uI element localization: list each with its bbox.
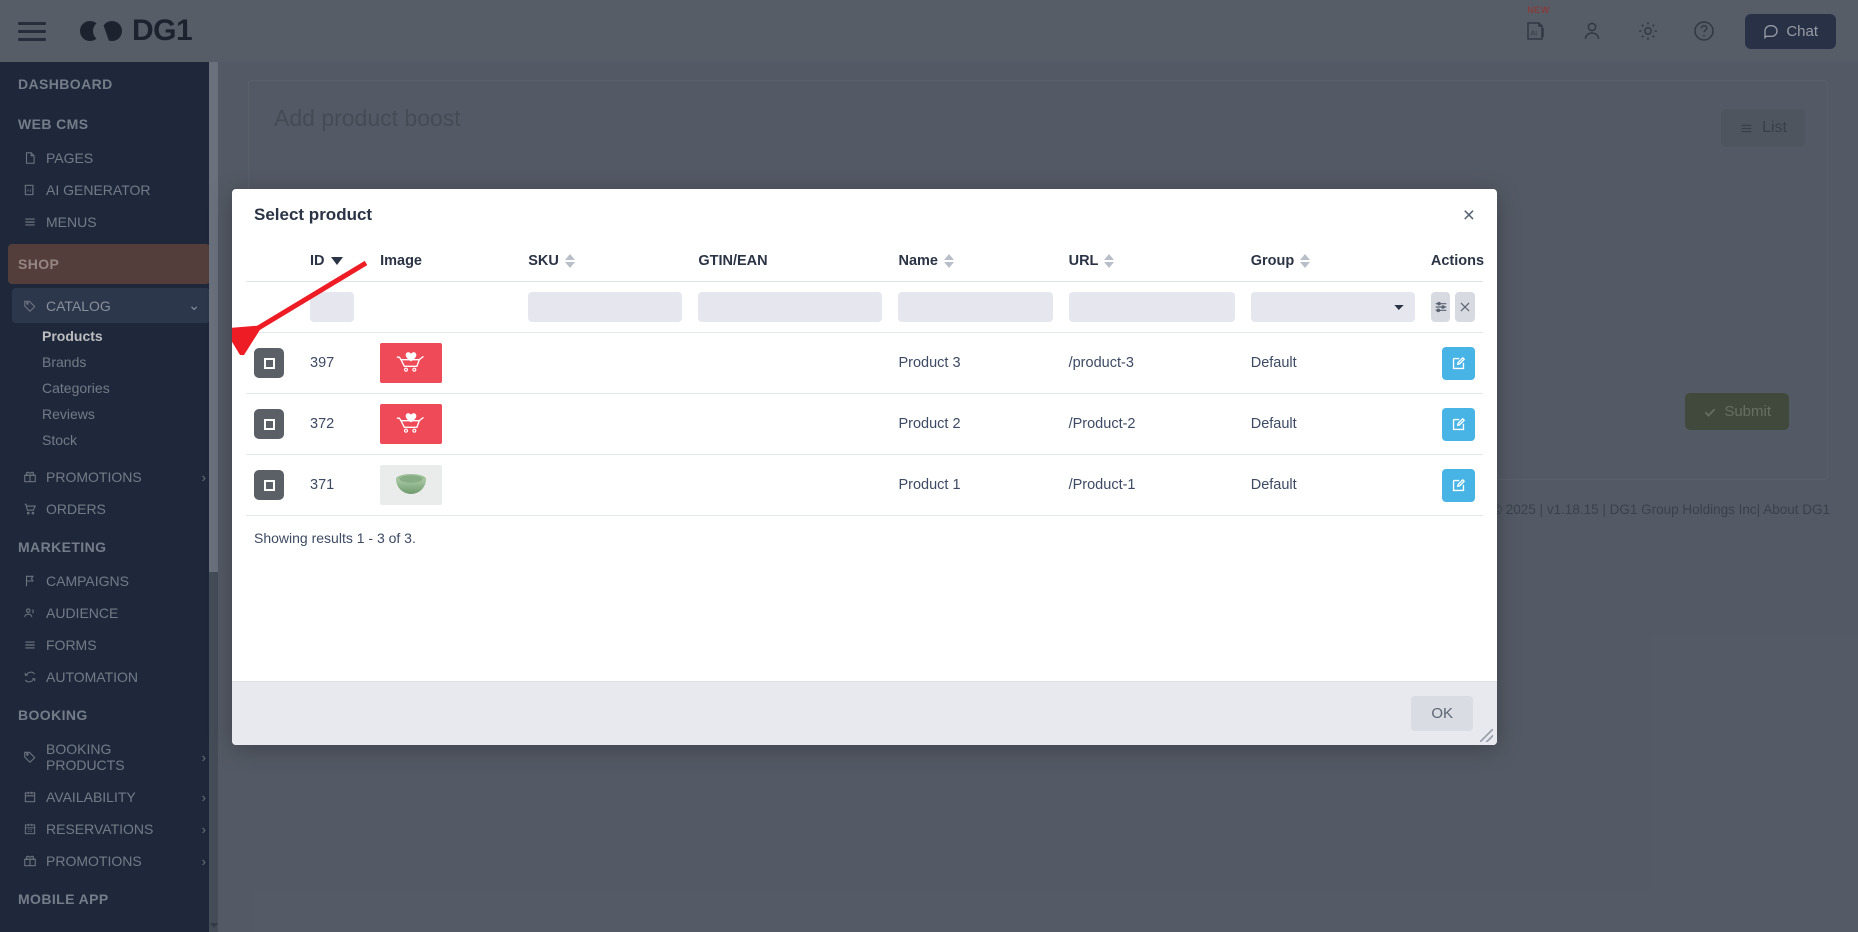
modal-footer: OK [232, 681, 1497, 745]
sort-both-icon [1104, 254, 1115, 268]
filter-cell-image [372, 281, 521, 333]
modal-title: Select product [254, 205, 373, 224]
cell-actions [1423, 455, 1483, 516]
filter-cell-actions [1422, 281, 1483, 333]
cell-group: Default [1250, 355, 1297, 371]
filter-cell-select [246, 281, 303, 333]
edit-pencil-icon [1452, 356, 1466, 369]
cell-sku [520, 455, 690, 516]
cell-actions [1423, 394, 1483, 455]
th-url[interactable]: URL [1060, 241, 1243, 282]
filter-cell-group [1242, 281, 1423, 333]
th-label: Name [898, 253, 938, 269]
ok-button[interactable]: OK [1411, 696, 1473, 731]
filter-gtin-input[interactable] [698, 292, 883, 322]
resize-handle[interactable] [1480, 729, 1493, 742]
cell-image [372, 394, 520, 455]
th-label: Image [380, 253, 422, 269]
cell-gtin [690, 394, 890, 455]
edit-button[interactable] [1442, 407, 1475, 441]
cart-heart-logo-icon [396, 413, 424, 433]
cell-group: Default [1250, 416, 1297, 432]
select-product-modal: Select product × ID Image SKU GTIN/EAN N… [232, 189, 1497, 745]
filter-url-input[interactable] [1068, 292, 1235, 322]
row-select-cell [246, 333, 302, 394]
th-gtin-ean: GTIN/EAN [690, 241, 891, 282]
product-thumbnail[interactable] [380, 404, 443, 444]
cell-actions [1423, 333, 1483, 394]
th-actions: Actions [1422, 241, 1485, 282]
modal-body: ID Image SKU GTIN/EAN Name URL Group Act… [232, 241, 1497, 681]
filter-cell-gtin [690, 281, 891, 333]
modal-header: Select product × [232, 189, 1497, 241]
cell-name: Product 1 [898, 477, 961, 493]
cell-sku [520, 394, 690, 455]
cell-gtin [690, 455, 890, 516]
th-id[interactable]: ID [302, 241, 373, 282]
cell-group: Default [1250, 477, 1297, 493]
cell-url: /Product-1 [1068, 477, 1136, 493]
cell-id: 397 [310, 355, 335, 371]
filter-cell-id [302, 281, 373, 333]
filter-cell-name [890, 281, 1061, 333]
green-bowl-icon [396, 474, 427, 494]
edit-pencil-icon [1452, 417, 1466, 430]
filter-cell-url [1060, 281, 1243, 333]
filter-clear-button[interactable] [1455, 292, 1475, 322]
cell-name: Product 2 [898, 416, 961, 432]
cell-id: 372 [310, 416, 335, 432]
edit-button[interactable] [1442, 468, 1475, 502]
clear-x-icon [1460, 302, 1470, 312]
filter-cell-sku [520, 281, 691, 333]
cell-gtin [690, 333, 890, 394]
cell-image [372, 455, 520, 516]
product-thumbnail[interactable] [380, 465, 443, 505]
th-image: Image [372, 241, 521, 282]
edit-pencil-icon [1452, 478, 1466, 491]
filter-row [246, 281, 1483, 333]
th-label: Actions [1430, 253, 1485, 269]
row-select-cell [246, 394, 302, 455]
th-label: SKU [528, 253, 559, 269]
table-row[interactable]: 397 Product 3 /product-3 Default [246, 333, 1483, 394]
sort-desc-icon [330, 257, 343, 265]
close-icon[interactable]: × [1463, 205, 1475, 226]
filter-sku-input[interactable] [528, 292, 683, 322]
th-label: GTIN/EAN [698, 253, 768, 269]
table-row[interactable]: 372 Product 2 /Product-2 Default [246, 394, 1483, 455]
table-header: ID Image SKU GTIN/EAN Name URL Group Act… [246, 241, 1485, 282]
row-checkbox[interactable] [254, 470, 284, 500]
edit-button[interactable] [1442, 346, 1475, 380]
filter-apply-button[interactable] [1430, 292, 1451, 322]
cell-image [372, 333, 520, 394]
sort-both-icon [943, 254, 954, 268]
filter-group-select[interactable] [1250, 292, 1415, 322]
table-row[interactable]: 371 Product 1 /Product-1 Default [246, 455, 1483, 516]
th-label: URL [1068, 253, 1099, 269]
table-body: 397 Product 3 /product-3 Default 372 Pro… [246, 281, 1483, 516]
th-sku[interactable]: SKU [520, 241, 691, 282]
cell-name: Product 3 [898, 355, 961, 371]
showing-results-text: Showing results 1 - 3 of 3. [254, 530, 416, 546]
sort-both-icon [564, 254, 575, 268]
cell-url: /product-3 [1068, 355, 1134, 371]
th-group[interactable]: Group [1242, 241, 1423, 282]
row-select-cell [246, 455, 302, 516]
product-thumbnail[interactable] [380, 343, 443, 383]
sort-both-icon [1300, 254, 1311, 268]
th-name[interactable]: Name [890, 241, 1061, 282]
product-table: ID Image SKU GTIN/EAN Name URL Group Act… [246, 241, 1485, 516]
row-checkbox[interactable] [254, 409, 284, 439]
cell-sku [520, 333, 690, 394]
cell-url: /Product-2 [1068, 416, 1136, 432]
th-label: ID [310, 253, 325, 269]
row-checkbox[interactable] [254, 348, 284, 378]
cell-id: 371 [310, 477, 335, 493]
filter-name-input[interactable] [898, 292, 1053, 322]
cart-heart-logo-icon [396, 352, 424, 372]
th-label: Group [1250, 253, 1295, 269]
filter-id-input[interactable] [310, 292, 355, 322]
filter-sliders-icon [1435, 301, 1446, 313]
th-select [246, 241, 303, 282]
